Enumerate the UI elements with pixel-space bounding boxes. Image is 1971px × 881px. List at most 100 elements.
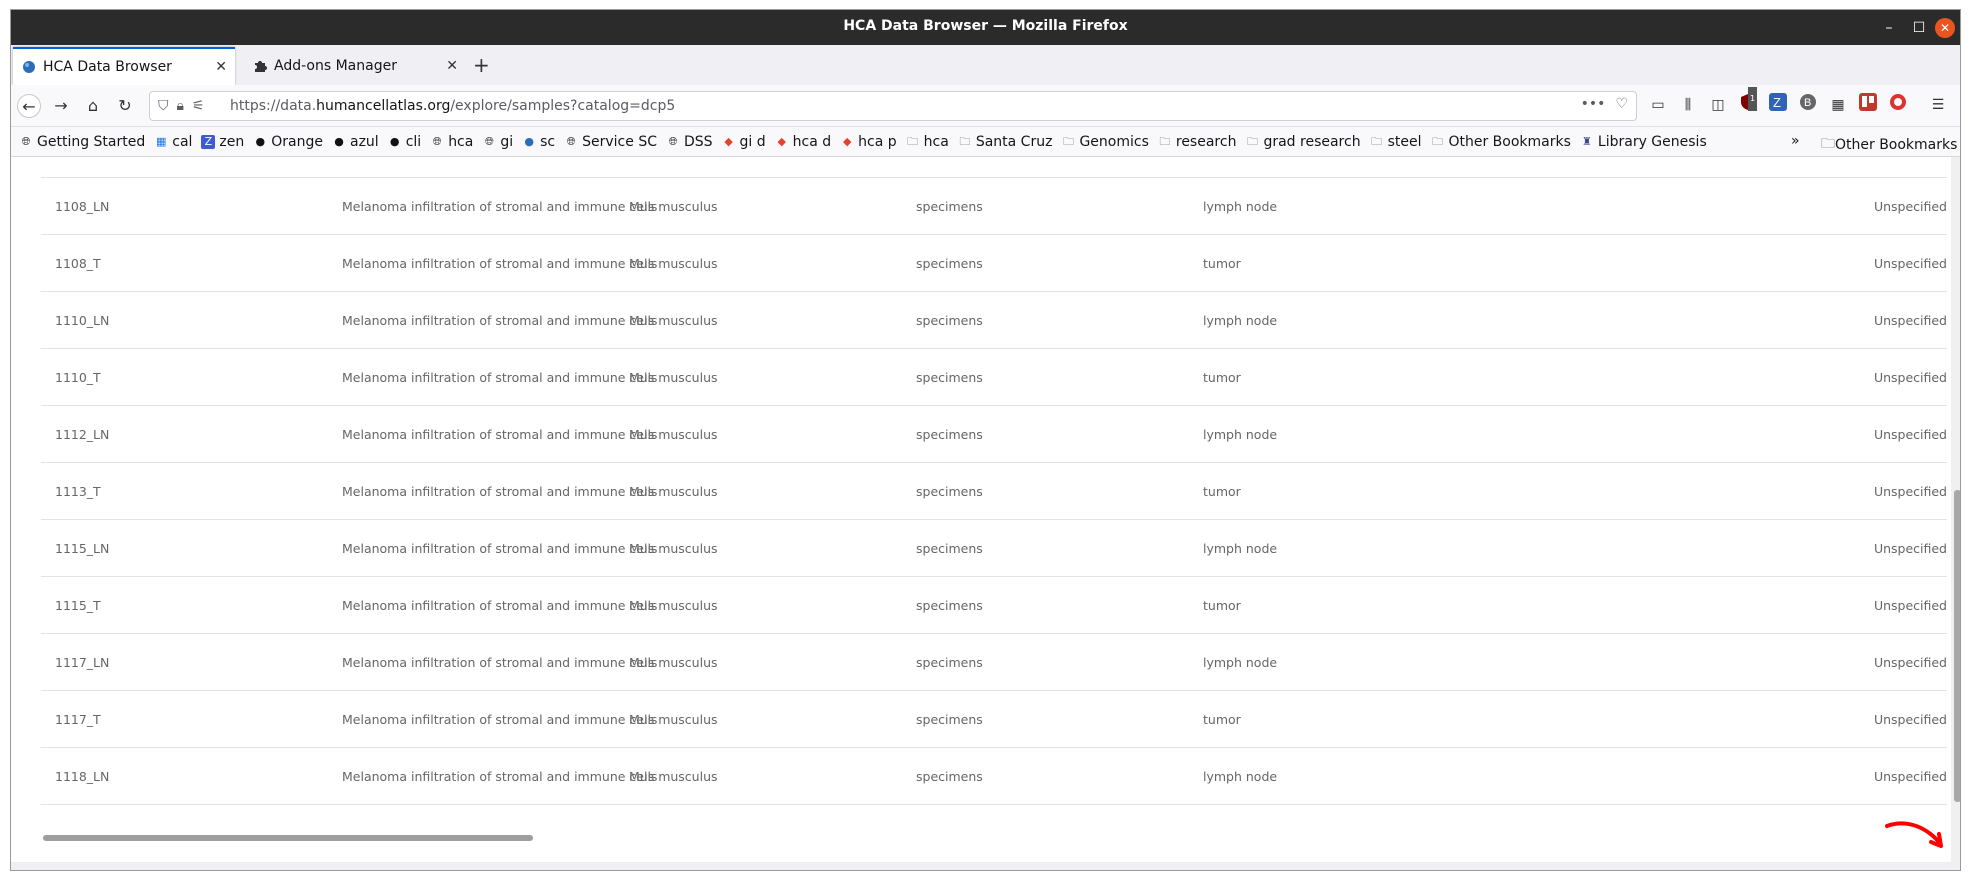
table-row[interactable]: 1113_T Melanoma infiltration of stromal a…	[41, 463, 1947, 520]
table-row[interactable]: 1112_LN Melanoma infiltration of stromal …	[41, 406, 1947, 463]
bookmark-label: Genomics	[1079, 133, 1149, 150]
cell-sample-type: specimens	[916, 313, 983, 328]
cell-disease: Unspecified	[1873, 199, 1947, 214]
bookmark-item[interactable]: 🗀︎ Other Bookmarks	[1430, 134, 1571, 150]
url-bar[interactable]: ⛉ 🔒︎ ⚟ https://data.humancellatlas.org/e…	[149, 91, 1637, 121]
back-arrow-icon[interactable]: ←	[17, 94, 41, 118]
table-row[interactable]: 1118_LN Melanoma infiltration of stromal …	[41, 748, 1947, 805]
bookmark-item[interactable]: 🗀︎ research	[1158, 134, 1236, 150]
libgen-icon: ♜	[1581, 134, 1592, 148]
new-tab-icon[interactable]: +	[473, 53, 490, 77]
laptop-icon[interactable]: ▭	[1646, 93, 1670, 117]
bookmark-item[interactable]: ◆ hca p	[840, 134, 897, 150]
chevron-double-right-icon[interactable]: »	[1791, 133, 1800, 149]
bookmark-item[interactable]: ◆ gi d	[722, 133, 766, 150]
bookmark-item[interactable]: ◆ hca d	[775, 134, 831, 150]
bookmark-label: gi d	[739, 133, 766, 150]
url-text[interactable]: https://data.humancellatlas.org/explore/…	[230, 98, 675, 114]
bookmark-item[interactable]: 🗀︎ steel	[1370, 133, 1422, 150]
bookmark-item[interactable]: 🗀︎ grad research	[1245, 134, 1361, 150]
bookmark-item[interactable]: 🌐︎ DSS	[666, 134, 713, 150]
cell-disease: Unspecified	[1873, 712, 1947, 727]
pocket-icon[interactable]: ♡	[1615, 96, 1628, 112]
cell-project-title: Melanoma infiltration of stromal and imm…	[342, 313, 658, 328]
page-actions-icon[interactable]: •••	[1581, 96, 1606, 112]
library-icon[interactable]: ⫼	[1676, 93, 1700, 117]
gitlab-icon: ◆	[777, 134, 786, 148]
navigation-bar: ← → ⌂ ↻ ⛉ 🔒︎ ⚟ https://data.humancellatl…	[11, 85, 1960, 127]
table-row[interactable]: 1107_TMelanoma infiltration of stromal a…	[41, 157, 1947, 178]
close-tab-icon[interactable]: ✕	[215, 59, 227, 75]
url-prefix: https://data.	[230, 98, 317, 114]
bookmark-item[interactable]: ▦ cal	[154, 134, 192, 150]
tab-hca-data-browser[interactable]: HCA Data Browser ✕	[13, 47, 235, 85]
close-tab-icon[interactable]: ✕	[446, 58, 458, 74]
table-row[interactable]: 1110_LN Melanoma infiltration of stromal …	[41, 292, 1947, 349]
bookmark-label: azul	[350, 133, 379, 150]
bookmark-label: steel	[1387, 133, 1422, 150]
sidebar-icon[interactable]: ◫	[1706, 93, 1730, 117]
permissions-icon[interactable]: ⚟	[192, 98, 205, 114]
bookmark-item[interactable]: 🌐︎ hca	[430, 134, 474, 150]
cell-project-title: Melanoma infiltration of stromal and imm…	[342, 256, 658, 271]
table-row[interactable]: 1110_T Melanoma infiltration of stromal a…	[41, 349, 1947, 406]
cell-organ: tumor	[1203, 598, 1241, 613]
bookmark-item[interactable]: 🗀︎ hca	[906, 134, 949, 150]
bookmark-item[interactable]: 🗀︎ Genomics	[1061, 133, 1149, 150]
other-bookmarks-folder[interactable]: 🗀︎ Other Bookmarks	[1821, 133, 1957, 157]
vertical-scrollbar[interactable]	[1953, 157, 1960, 862]
url-path: /explore/samples?catalog=dcp5	[450, 98, 676, 114]
cell-disease: Unspecified	[1873, 655, 1947, 670]
tab-add-ons-manager[interactable]: Add-ons Manager ✕	[244, 47, 466, 85]
bookmark-item[interactable]: ● cli	[388, 134, 421, 150]
bookmark-item[interactable]: 🌐︎ Getting Started	[19, 134, 146, 150]
cell-sample-type: specimens	[916, 769, 983, 784]
bookmark-item[interactable]: ♜ Library Genesis	[1580, 134, 1707, 150]
close-window-icon[interactable]: ✕	[1935, 18, 1955, 38]
globe-icon: 🌐︎	[484, 134, 494, 148]
table-row[interactable]: 1117_LN Melanoma infiltration of stromal …	[41, 634, 1947, 691]
forward-arrow-icon[interactable]: →	[49, 94, 73, 118]
shield-icon[interactable]: ⛉	[158, 98, 169, 114]
table-row[interactable]: 1115_LN Melanoma infiltration of stromal …	[41, 520, 1947, 577]
bookmark-item[interactable]: ● azul	[332, 134, 379, 150]
cell-disease: Unspecified	[1873, 313, 1947, 328]
zotero-icon[interactable]: Z	[1766, 93, 1790, 117]
home-icon[interactable]: ⌂	[81, 94, 105, 118]
lock-icon[interactable]: 🔒︎	[177, 98, 184, 114]
table-row[interactable]: 1108_T Melanoma infiltration of stromal a…	[41, 235, 1947, 292]
cell-organ: lymph node	[1203, 313, 1278, 328]
reload-icon[interactable]: ↻	[113, 94, 137, 118]
title-bar: HCA Data Browser — Mozilla Firefox – ☐ ✕	[11, 10, 1960, 45]
bookmark-item[interactable]: 🌐︎ Service SC	[564, 134, 657, 150]
grid-extension-icon[interactable]: ▦	[1826, 93, 1850, 117]
github-icon: ●	[389, 134, 400, 148]
minimize-icon[interactable]: –	[1879, 18, 1899, 38]
b-extension-icon[interactable]: B	[1796, 93, 1820, 117]
table-row[interactable]: 1115_T Melanoma infiltration of stromal a…	[41, 577, 1947, 634]
cell-project-title: Melanoma infiltration of stromal and imm…	[342, 370, 658, 385]
trello-icon[interactable]	[1856, 93, 1880, 117]
cell-sample-type: specimens	[916, 199, 983, 214]
bookmark-label: Santa Cruz	[975, 133, 1053, 150]
cell-sample-type: specimens	[916, 256, 983, 271]
cell-disease: Unspecified	[1873, 427, 1947, 442]
bookmark-item[interactable]: 🗀︎ Santa Cruz	[958, 133, 1053, 150]
bookmark-item[interactable]: ● Orange	[253, 134, 323, 150]
cell-sample-id: 1115_LN	[55, 541, 110, 556]
ublock-icon[interactable]: 1	[1736, 87, 1760, 117]
maximize-icon[interactable]: ☐	[1909, 18, 1929, 38]
cell-organ: tumor	[1203, 256, 1241, 271]
bookmark-item[interactable]: Zzen	[201, 134, 244, 150]
cell-species: Mus musculus	[629, 712, 718, 727]
menu-icon[interactable]: ☰	[1926, 93, 1950, 117]
svg-text:B: B	[1804, 97, 1811, 109]
bookmark-item[interactable]: 🌐︎ gi	[482, 134, 513, 150]
vertical-scrollbar-thumb[interactable]	[1954, 490, 1960, 802]
cell-organ: lymph node	[1203, 427, 1278, 442]
table-row[interactable]: 1108_LN Melanoma infiltration of stromal …	[41, 178, 1947, 235]
bookmark-item[interactable]: ● sc	[522, 134, 555, 150]
table-row[interactable]: 1117_T Melanoma infiltration of stromal a…	[41, 691, 1947, 748]
table-horizontal-scrollbar[interactable]	[43, 835, 533, 841]
record-icon[interactable]	[1886, 93, 1910, 117]
